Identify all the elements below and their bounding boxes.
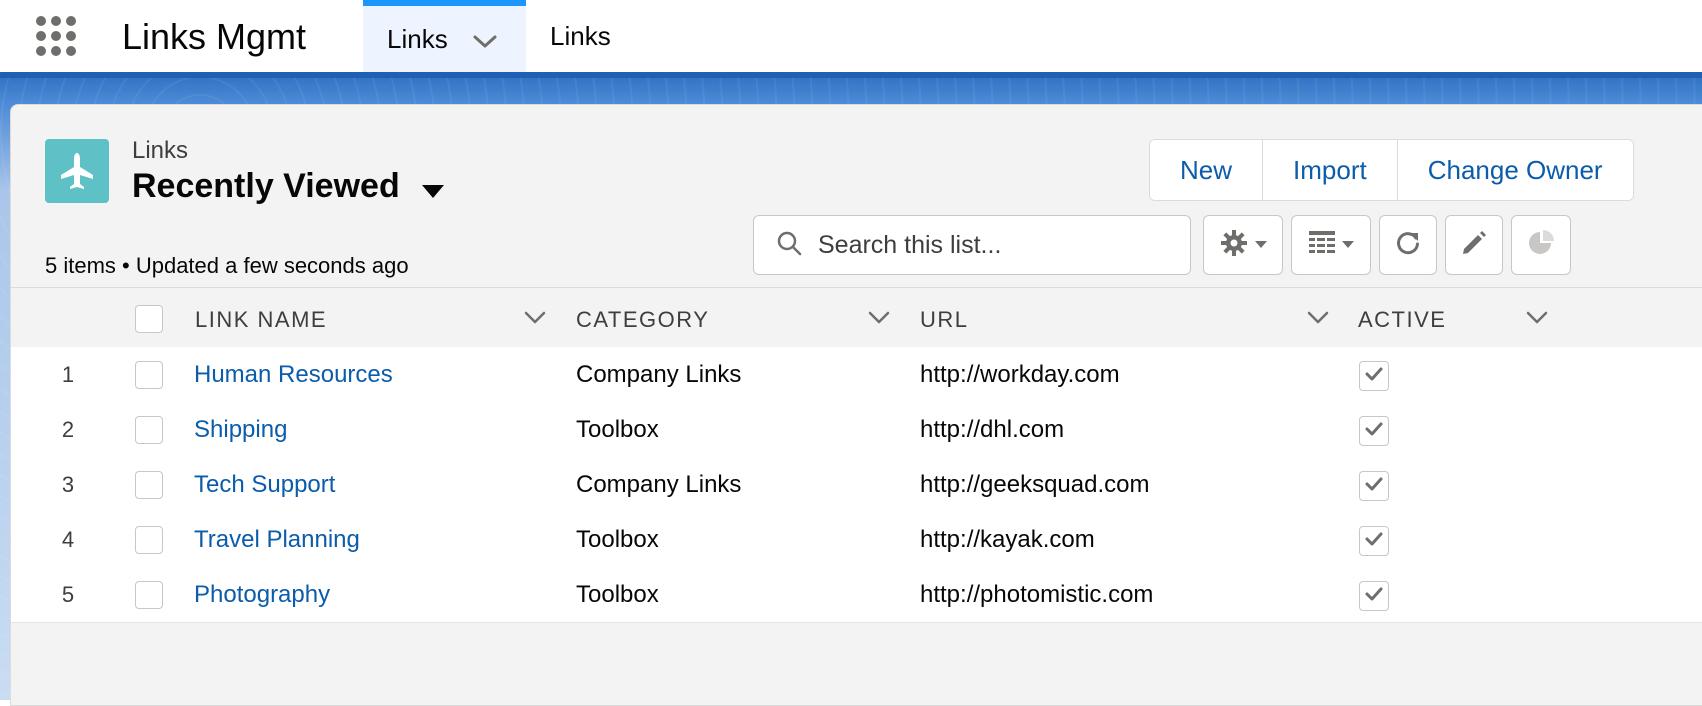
row-checkbox[interactable] xyxy=(135,581,163,609)
table-row: 4 Travel Planning Toolbox http://kayak.c… xyxy=(11,512,1702,568)
category-cell: Toolbox xyxy=(576,415,659,443)
brand-band-top xyxy=(0,72,1702,78)
row-checkbox[interactable] xyxy=(135,416,163,444)
url-cell: http://workday.com xyxy=(920,360,1120,388)
import-button[interactable]: Import xyxy=(1263,140,1398,200)
row-number: 1 xyxy=(61,361,75,387)
caret-down-icon xyxy=(1342,236,1354,254)
app-launcher-icon[interactable] xyxy=(36,16,80,60)
search-box xyxy=(753,215,1191,275)
category-cell: Toolbox xyxy=(576,580,659,608)
row-checkbox[interactable] xyxy=(135,471,163,499)
check-icon xyxy=(1364,586,1384,607)
url-cell: http://dhl.com xyxy=(920,415,1065,443)
new-button[interactable]: New xyxy=(1150,140,1264,200)
column-header-category[interactable]: CATEGORY xyxy=(576,288,709,352)
table-row: 1 Human Resources Company Links http://w… xyxy=(11,347,1702,403)
refresh-button[interactable] xyxy=(1379,215,1437,275)
chevron-down-icon[interactable] xyxy=(1525,310,1549,331)
category-cell: Company Links xyxy=(576,470,742,498)
category-cell: Company Links xyxy=(576,360,742,388)
caret-down-icon[interactable] xyxy=(421,169,444,208)
tab-links[interactable]: Links xyxy=(526,0,611,72)
tab-label: Links xyxy=(550,20,611,51)
link-name-link[interactable]: Shipping xyxy=(194,402,287,457)
display-as-button[interactable] xyxy=(1291,215,1371,275)
active-checkbox xyxy=(1359,416,1389,446)
action-button-group: New Import Change Owner xyxy=(1149,139,1634,201)
chevron-down-icon[interactable] xyxy=(523,310,547,331)
row-number: 5 xyxy=(61,581,75,607)
row-checkbox[interactable] xyxy=(135,361,163,389)
list-settings-button[interactable] xyxy=(1203,215,1283,275)
table-row: 5 Photography Toolbox http://photomistic… xyxy=(11,567,1702,623)
column-header-url[interactable]: URL xyxy=(920,288,969,352)
row-number: 2 xyxy=(61,416,75,442)
table-header: LINK NAME CATEGORY URL ACTIVE xyxy=(11,287,1702,353)
check-icon xyxy=(1364,421,1384,442)
url-cell: http://photomistic.com xyxy=(920,580,1154,608)
active-checkbox xyxy=(1359,581,1389,611)
row-number: 3 xyxy=(61,471,75,497)
pie-chart-icon xyxy=(1527,229,1555,262)
chevron-down-icon[interactable] xyxy=(472,26,498,57)
url-cell: http://geeksquad.com xyxy=(920,470,1150,498)
change-owner-button[interactable]: Change Owner xyxy=(1397,140,1633,200)
link-name-link[interactable]: Travel Planning xyxy=(194,512,360,567)
row-number: 4 xyxy=(61,526,75,552)
table-view-icon xyxy=(1308,230,1336,261)
table-row: 2 Shipping Toolbox http://dhl.com xyxy=(11,402,1702,458)
check-icon xyxy=(1364,476,1384,497)
url-cell: http://kayak.com xyxy=(920,525,1095,553)
column-header-active[interactable]: ACTIVE xyxy=(1358,288,1446,352)
list-view-name: Recently Viewed xyxy=(132,167,400,205)
object-label: Links xyxy=(132,137,189,164)
chevron-down-icon[interactable] xyxy=(1306,310,1330,331)
list-meta: 5 items • Updated a few seconds ago xyxy=(45,253,409,278)
tab-label: Links xyxy=(387,23,448,54)
link-name-link[interactable]: Human Resources xyxy=(194,347,393,402)
app-name: Links Mgmt xyxy=(122,16,307,57)
gear-icon xyxy=(1219,228,1249,263)
select-all-checkbox[interactable] xyxy=(135,305,163,333)
chevron-down-icon[interactable] xyxy=(867,310,891,331)
search-icon xyxy=(776,230,802,261)
active-checkbox xyxy=(1359,361,1389,391)
check-icon xyxy=(1364,366,1384,387)
link-name-link[interactable]: Photography xyxy=(194,567,330,622)
caret-down-icon xyxy=(1255,236,1267,254)
check-icon xyxy=(1364,531,1384,552)
list-view-selector[interactable]: Recently Viewed xyxy=(132,165,444,208)
list-view-card: Links Recently Viewed 5 items • Updated … xyxy=(10,104,1702,706)
pencil-icon xyxy=(1460,229,1488,262)
table-row: 3 Tech Support Company Links http://geek… xyxy=(11,457,1702,513)
active-checkbox xyxy=(1359,471,1389,501)
plane-icon xyxy=(45,139,109,203)
link-name-link[interactable]: Tech Support xyxy=(194,457,335,512)
column-header-link-name[interactable]: LINK NAME xyxy=(195,288,327,352)
charts-button[interactable] xyxy=(1511,215,1571,275)
global-nav: Links Mgmt Links Links xyxy=(0,0,1702,72)
active-checkbox xyxy=(1359,526,1389,556)
category-cell: Toolbox xyxy=(576,525,659,553)
edit-list-button[interactable] xyxy=(1445,215,1503,275)
search-input[interactable] xyxy=(816,229,1180,261)
tab-links-active[interactable]: Links xyxy=(363,0,526,72)
refresh-icon xyxy=(1394,229,1422,262)
row-checkbox[interactable] xyxy=(135,526,163,554)
